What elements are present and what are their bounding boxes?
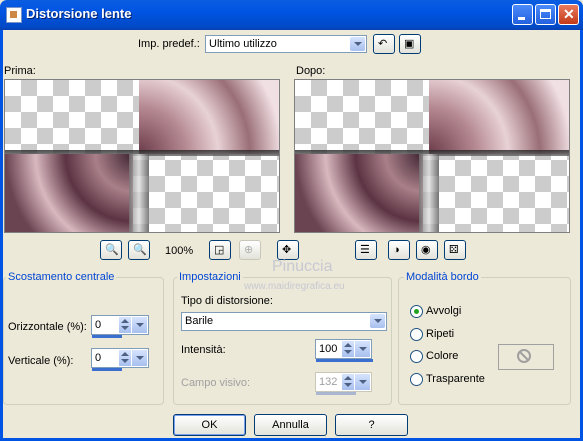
save-preset-button[interactable]: ▣ — [399, 34, 421, 54]
preset-value: Ultimo utilizzo — [209, 38, 277, 50]
intensity-label: Intensità: — [181, 344, 226, 356]
spinner-arrows-icon[interactable] — [342, 341, 354, 357]
fov-spinner: 132 — [315, 372, 372, 395]
edge-mode-title: Modalità bordo — [404, 271, 481, 283]
move-icon: ✥ — [282, 244, 292, 256]
intensity-spinner[interactable]: 100 — [315, 339, 373, 362]
vertical-spinner[interactable]: 0 — [91, 348, 149, 371]
spinner-arrows-icon — [342, 374, 354, 390]
zoom-actual-button: ⊕ — [239, 240, 261, 260]
chevron-down-icon[interactable] — [350, 37, 365, 51]
chevron-down-icon[interactable] — [132, 350, 147, 366]
after-label: Dopo: — [296, 65, 326, 77]
ok-button[interactable]: OK — [173, 414, 246, 436]
fan-graphic-top — [139, 80, 279, 154]
fan-graphic-bottom — [295, 154, 423, 232]
color-swatch — [498, 344, 554, 370]
preset-label: Imp. predef.: — [138, 38, 200, 50]
radio-transparent-label[interactable]: Trasparente — [426, 373, 485, 385]
chevron-down-icon[interactable] — [370, 314, 385, 328]
vertical-value: 0 — [95, 352, 102, 364]
before-label: Prima: — [4, 65, 36, 77]
horizontal-value: 0 — [95, 319, 102, 331]
proof-icon: ◑ — [393, 244, 400, 256]
app-icon — [6, 7, 22, 23]
reset-preset-button[interactable]: ↶ — [373, 34, 395, 54]
maximize-button[interactable] — [535, 4, 556, 25]
undo-arrow-icon: ↶ — [378, 38, 388, 50]
zoom-in-button[interactable]: 🔍 — [128, 240, 150, 260]
proof-button[interactable]: ◑ — [388, 240, 410, 260]
chevron-down-icon[interactable] — [355, 341, 370, 357]
value-slider[interactable] — [316, 359, 373, 362]
title-bar[interactable]: Distorsione lente ✕ — [0, 0, 583, 30]
radio-color[interactable] — [410, 350, 423, 363]
vertical-label: Verticale (%): — [8, 355, 74, 367]
zoom-level: 100% — [165, 245, 194, 257]
chevron-down-icon[interactable] — [132, 317, 147, 333]
center-offset-group — [3, 277, 164, 405]
preset-dropdown[interactable]: Ultimo utilizzo — [205, 35, 367, 53]
metal-bar — [419, 154, 439, 232]
window-title: Distorsione lente — [26, 6, 132, 21]
no-color-icon — [517, 349, 531, 363]
metal-bar — [129, 154, 149, 232]
pan-button[interactable]: ✥ — [277, 240, 299, 260]
spinner-arrows-icon[interactable] — [119, 317, 131, 333]
preview-toggle-button[interactable]: ☰ — [355, 240, 377, 260]
fov-label: Campo visivo: — [181, 377, 251, 389]
minimize-button[interactable] — [512, 4, 533, 25]
edge-mode-group — [398, 277, 571, 405]
dice-icon: ⚄ — [449, 244, 459, 256]
randomize-button[interactable]: ⚄ — [444, 240, 466, 260]
zoom-in-icon: 🔍 — [133, 244, 147, 256]
radio-repeat[interactable] — [410, 328, 423, 341]
watermark-name: Pinuccia — [272, 258, 333, 275]
distortion-type-label: Tipo di distorsione: — [181, 295, 273, 307]
eye-icon: ◉ — [421, 244, 431, 256]
radio-wrap[interactable] — [410, 305, 423, 318]
value-slider[interactable] — [92, 368, 122, 371]
horizontal-spinner[interactable]: 0 — [91, 315, 149, 338]
fit-icon: ◲ — [214, 244, 225, 256]
zoom-icon: ⊕ — [244, 244, 254, 256]
fov-value: 132 — [319, 376, 338, 388]
settings-title: Impostazioni — [177, 271, 243, 283]
spinner-arrows-icon[interactable] — [119, 350, 131, 366]
zoom-out-icon: 🔍 — [105, 244, 119, 256]
radio-wrap-label[interactable]: Avvolgi — [426, 305, 461, 317]
distortion-type-dropdown[interactable]: Barile — [181, 312, 387, 331]
after-preview — [294, 79, 570, 233]
preview-icon: ☰ — [360, 244, 370, 256]
radio-repeat-label[interactable]: Ripeti — [426, 328, 454, 340]
distortion-type-value: Barile — [185, 315, 214, 327]
radio-transparent[interactable] — [410, 373, 423, 386]
chevron-down-icon — [355, 374, 370, 390]
intensity-value: 100 — [319, 343, 338, 355]
auto-proof-button[interactable]: ◉ — [416, 240, 438, 260]
center-offset-title: Scostamento centrale — [6, 271, 117, 283]
fan-graphic-bottom — [5, 154, 133, 232]
close-icon: ✕ — [563, 6, 575, 22]
radio-color-label[interactable]: Colore — [426, 350, 458, 362]
zoom-fit-button[interactable]: ◲ — [209, 240, 231, 260]
fan-graphic-top — [429, 80, 569, 154]
close-button[interactable]: ✕ — [558, 4, 579, 25]
help-button[interactable]: ? — [335, 414, 408, 436]
cancel-button[interactable]: Annulla — [254, 414, 327, 436]
horizontal-label: Orizzontale (%): — [8, 321, 87, 333]
value-slider[interactable] — [92, 335, 122, 338]
before-preview[interactable] — [4, 79, 280, 233]
zoom-out-button[interactable]: 🔍 — [100, 240, 122, 260]
save-disk-icon: ▣ — [404, 38, 415, 50]
value-slider — [316, 392, 356, 395]
